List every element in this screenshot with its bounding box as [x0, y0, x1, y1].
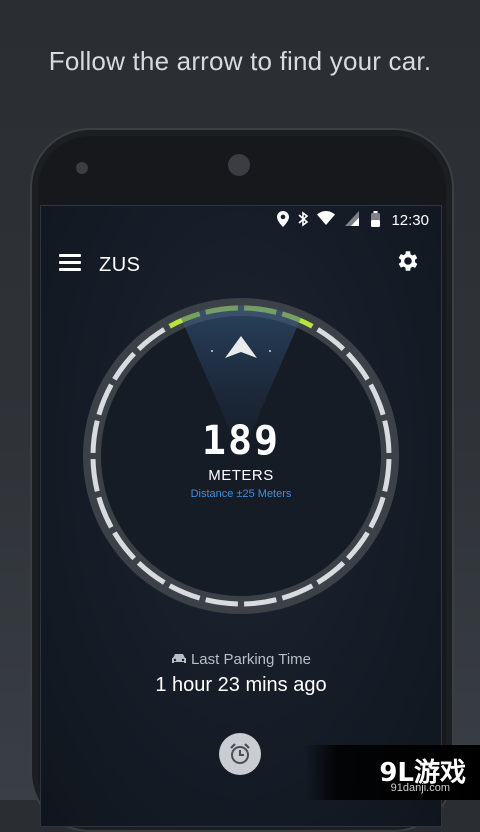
distance-accuracy: Distance ±25 Meters [190, 488, 292, 500]
distance-readout: 189 METERS Distance ±25 Meters [41, 421, 441, 500]
distance-unit: METERS [208, 467, 274, 484]
wifi-icon [317, 211, 335, 225]
parking-label: Last Parking Time [190, 651, 312, 668]
alarm-clock-icon [230, 743, 250, 764]
alarm-button[interactable] [219, 733, 261, 775]
status-time: 12:30 [391, 212, 429, 229]
phone-speaker [228, 154, 250, 176]
distance-value: 189 [201, 418, 281, 464]
app-title: ZUS [99, 254, 141, 276]
app-screen: 12:30 ZUS 189 METERS Distance ±25 Meters [40, 205, 442, 827]
parking-info: Last Parking Time 1 hour 23 mins ago [41, 651, 441, 697]
car-icon [171, 654, 186, 663]
battery-icon [371, 211, 380, 227]
headline: Follow the arrow to find your car. [48, 46, 432, 76]
parking-time: 1 hour 23 mins ago [155, 674, 327, 696]
location-icon [277, 211, 289, 227]
menu-icon [59, 254, 81, 257]
beam-dot-right [269, 350, 271, 352]
menu-button[interactable] [59, 254, 81, 272]
bluetooth-icon [298, 211, 309, 227]
app-bar: ZUS [41, 234, 441, 294]
gear-icon[interactable] [395, 248, 421, 274]
watermark-url: 91danji.com [390, 782, 450, 794]
status-bar: 12:30 [41, 206, 441, 234]
phone-camera [76, 162, 88, 174]
beam-dot-left [211, 350, 213, 352]
parking-label-row: Last Parking Time [41, 651, 441, 668]
signal-icon [345, 211, 359, 226]
